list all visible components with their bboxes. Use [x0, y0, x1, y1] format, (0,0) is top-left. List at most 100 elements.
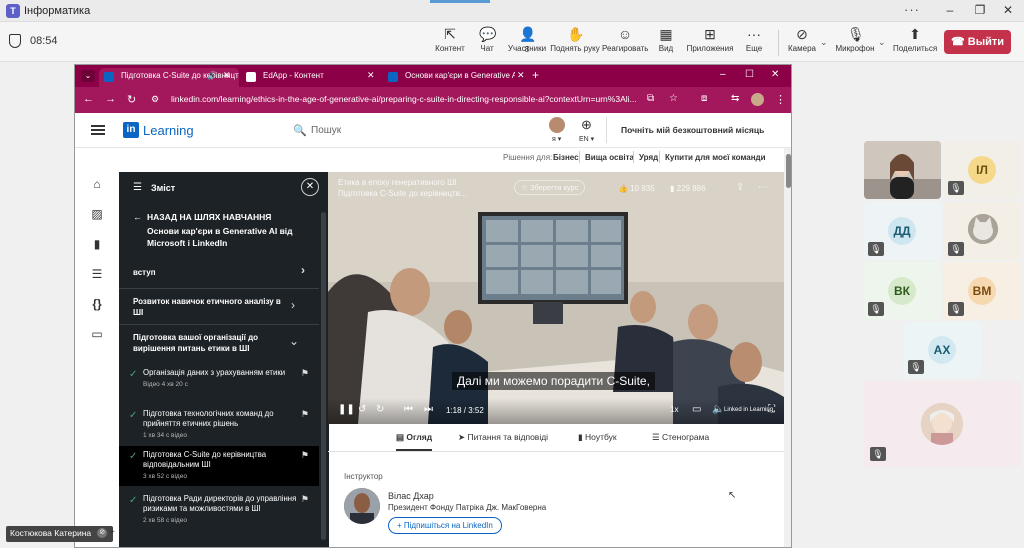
bookmark-star-icon[interactable]: ☆ — [669, 93, 678, 104]
rewind-icon[interactable]: ↺ — [358, 404, 366, 415]
lesson-item-current[interactable]: ✓ Підготовка C-Suite до керівництва відп… — [119, 446, 319, 486]
participant-video-tile[interactable] — [864, 141, 941, 199]
close-browser-icon[interactable]: ✕ — [771, 69, 779, 80]
tab-overview[interactable]: ▤ Огляд — [396, 432, 433, 451]
follow-linkedin-button[interactable]: + Підпишіться на LinkedIn — [388, 517, 502, 534]
participant-tile-6[interactable]: 🎙 — [864, 381, 1021, 467]
close-tab-icon[interactable]: ✕ — [367, 70, 375, 81]
buy-for-team-link[interactable]: Купити для моєї команди — [665, 153, 766, 162]
close-contents-icon[interactable]: ✕ — [301, 178, 319, 196]
tab-transcript[interactable]: ☰ Стенограма — [652, 432, 709, 443]
video-more-icon[interactable]: ⋯ — [758, 182, 768, 193]
close-tab-icon[interactable]: ✕ — [517, 70, 525, 81]
share-video-icon[interactable]: ⇪ — [736, 182, 744, 193]
certificate-icon[interactable]: ▭ — [89, 327, 105, 343]
next-icon[interactable]: ⏭ — [424, 404, 433, 415]
section-ethical-analysis[interactable]: Розвиток навичок етичного аналізу в ШІ — [119, 296, 289, 318]
maximize-browser-icon[interactable]: ☐ — [745, 69, 754, 80]
more-button[interactable]: ··· Еще — [742, 26, 766, 60]
forward-icon[interactable]: ↻ — [376, 404, 384, 415]
home-icon[interactable]: ⌂ — [89, 177, 105, 193]
tab-career[interactable]: Основи кар'єри в Generative AI — [383, 68, 515, 87]
pause-icon[interactable]: ❚❚ — [338, 404, 355, 415]
leave-button[interactable]: ☎ Выйти — [944, 30, 1011, 54]
scrollbar-thumb[interactable] — [786, 154, 791, 188]
back-arrow-icon[interactable]: ← — [83, 93, 94, 105]
language-menu[interactable]: EN ▾ — [579, 135, 594, 143]
tab-edapp[interactable]: EdApp - Контент — [241, 68, 381, 87]
cast-icon[interactable]: ⇆ — [731, 93, 739, 104]
close-tab-icon[interactable]: ✕ — [223, 70, 231, 81]
forward-arrow-icon[interactable]: → — [105, 93, 116, 105]
participant-tile-4[interactable]: ВМ 🎙 — [944, 262, 1021, 320]
tab-course[interactable]: Підготовка C-Suite до керівництва — [99, 68, 239, 87]
view-button[interactable]: ▦ Вид — [654, 26, 678, 60]
lesson-item[interactable]: ✓ Підготовка технологічних команд до при… — [119, 405, 319, 443]
chat-button[interactable]: 💬 Чат — [474, 26, 500, 60]
profile-avatar[interactable] — [751, 93, 764, 106]
minimize-icon[interactable]: – — [940, 3, 960, 17]
tab-notebook[interactable]: ▮ Ноутбук — [578, 432, 617, 443]
me-menu-label[interactable]: я ▾ — [552, 135, 561, 143]
mic-chevron-down-icon[interactable]: ⌄ — [878, 37, 886, 48]
extensions-icon[interactable]: ⧈ — [701, 93, 707, 104]
hamburger-menu-icon[interactable] — [91, 125, 105, 135]
solution-government-link[interactable]: Уряд — [639, 153, 658, 162]
page-scrollbar[interactable] — [784, 148, 791, 547]
minimize-browser-icon[interactable]: – — [720, 69, 726, 80]
restore-icon[interactable]: ❐ — [970, 3, 990, 17]
bookmark-icon[interactable]: ⚑ — [301, 409, 309, 419]
translate-icon[interactable]: ⧉ — [647, 93, 654, 104]
video-player[interactable]: Етика в епоху генеративного ШІ Підготовк… — [328, 172, 784, 424]
back-to-path-link[interactable]: НАЗАД НА ШЛЯХ НАВЧАННЯ — [147, 212, 271, 222]
participant-tile-2[interactable]: ДД 🎙 — [864, 202, 941, 260]
library-icon[interactable]: ▮ — [89, 237, 105, 253]
map-icon[interactable]: ▨ — [89, 207, 105, 223]
list-icon[interactable]: ☰ — [89, 267, 105, 283]
lesson-item[interactable]: ✓ Підготовка Ради директорів до управлін… — [119, 490, 319, 540]
bookmark-icon[interactable]: ⚑ — [301, 368, 309, 378]
share-button[interactable]: ⬆ Поделиться — [893, 26, 937, 60]
participant-tile-5[interactable]: АХ 🎙 — [904, 322, 981, 378]
participant-tile-1[interactable]: ІЛ 🎙 — [944, 141, 1021, 199]
url-field[interactable]: linkedin.com/learning/ethics-in-the-age-… — [171, 94, 637, 104]
solution-business-link[interactable]: Бізнес — [553, 153, 579, 162]
react-button[interactable]: ☺ Реагировать — [602, 26, 648, 60]
lesson-item[interactable]: ✓ Організація даних з урахуванням етики … — [119, 364, 319, 402]
back-arrow-icon[interactable]: ← — [133, 212, 142, 222]
more-options-icon[interactable]: ··· — [904, 2, 920, 17]
tab-menu-chevron-icon[interactable]: ⌄ — [81, 70, 95, 82]
participant-tile-photo[interactable]: 🎙 — [944, 202, 1021, 260]
instructor-name[interactable]: Вілас Дхар — [388, 491, 434, 501]
camera-chevron-down-icon[interactable]: ⌄ — [820, 37, 828, 48]
tab-qa[interactable]: ➤ Питання та відповіді — [458, 432, 548, 443]
captions-icon[interactable]: ▭ — [692, 404, 701, 415]
site-info-icon[interactable]: ⚙ — [151, 94, 159, 105]
linkedin-logo-icon[interactable]: in — [123, 122, 139, 138]
globe-icon[interactable]: ⊕ — [581, 117, 592, 133]
reload-icon[interactable]: ↻ — [127, 93, 136, 106]
microphone-button[interactable]: 🎙 Микрофон — [834, 26, 876, 60]
fullscreen-icon[interactable]: ⛶ — [768, 404, 775, 415]
section-org-prep[interactable]: Підготовка вашої організації до вирішенн… — [119, 332, 289, 354]
camera-button[interactable]: ⊘ Камера — [786, 26, 818, 60]
free-trial-link[interactable]: Почніть мій безкоштовний місяць — [621, 125, 764, 135]
volume-icon[interactable]: 🔈 — [712, 404, 724, 415]
code-icon[interactable]: {} — [89, 297, 105, 313]
new-tab-icon[interactable]: + — [532, 68, 539, 82]
bookmark-icon[interactable]: ⚑ — [301, 494, 309, 504]
content-button[interactable]: ⇱ Контент — [434, 26, 466, 60]
instructor-avatar[interactable] — [344, 488, 380, 524]
add-icon[interactable]: + — [109, 527, 115, 538]
bookmark-icon[interactable]: ⚑ — [301, 450, 309, 460]
apps-button[interactable]: ⊞ Приложения — [686, 26, 734, 60]
search-input[interactable]: Пошук — [311, 125, 341, 136]
participants-button[interactable]: 👤8 Участники — [506, 26, 548, 60]
participant-tile-3[interactable]: ВК 🎙 — [864, 262, 941, 320]
playback-speed[interactable]: 1x — [670, 405, 678, 414]
solution-higher-ed-link[interactable]: Вища освіта — [585, 153, 634, 162]
close-icon[interactable]: ✕ — [998, 3, 1018, 17]
save-course-button[interactable]: ☆ Зберегти курс — [514, 180, 586, 195]
raise-hand-button[interactable]: ✋ Поднять руку — [550, 26, 600, 60]
browser-menu-icon[interactable]: ⋮ — [775, 93, 786, 106]
